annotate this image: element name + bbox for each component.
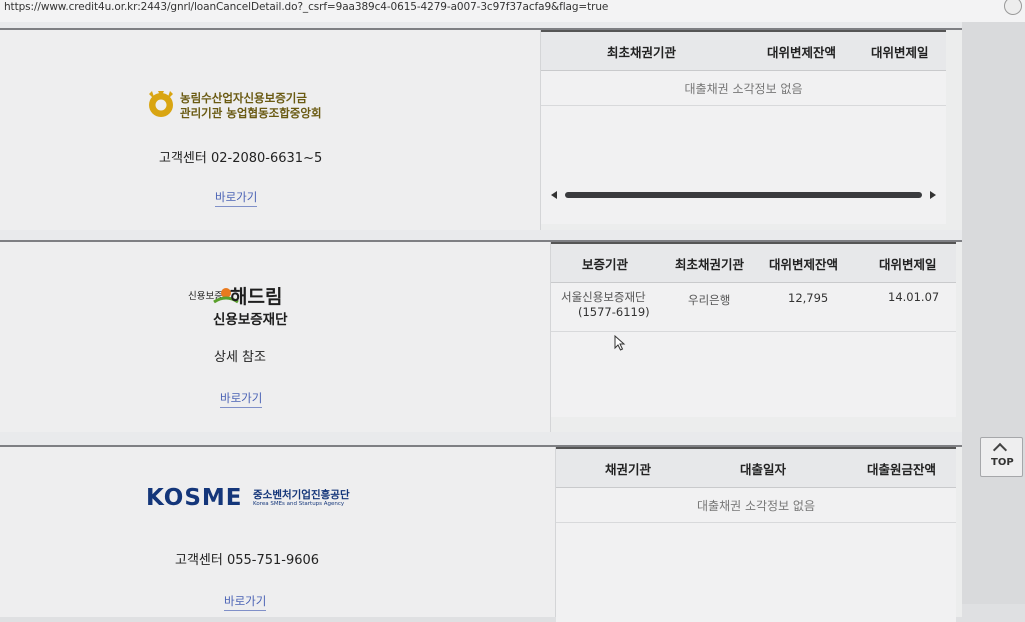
contact-phone: 고객센터 055-751-9606 [175, 553, 320, 568]
go-link[interactable]: 바로가기 [224, 593, 267, 611]
nonghyup-logo-icon [149, 91, 173, 117]
loan-table: 최초채권기관 대위변제잔액 대위변제일 대출채권 소각정보 없음 [541, 30, 946, 224]
scroll-thumb[interactable] [565, 192, 922, 198]
col-header: 대위변제일 [879, 257, 937, 272]
table-row: 대출채권 소각정보 없음 [541, 71, 946, 106]
payment-date: 14.01.07 [888, 290, 940, 304]
top-label: TOP [991, 457, 1014, 468]
scroll-top-button[interactable]: TOP [980, 437, 1023, 477]
col-header: 대위변제잔액 [767, 45, 837, 60]
section-kosme: KOSME 중소벤처기업진흥공단 Korea SMEs and Startups… [0, 445, 962, 622]
mouse-cursor-icon [614, 335, 626, 351]
loan-table: 채권기관 대출일자 대출원금잔액 대출채권 소각정보 없음 [556, 447, 956, 622]
table-header: 보증기관 최초채권기관 대위변제잔액 대위변제일 [551, 242, 956, 283]
kosme-org-name: 중소벤처기업진흥공단 [253, 489, 350, 501]
org-info-panel: 농림수산업자신용보증기금 관리기관 농업협동조합중앙회 고객센터 02-2080… [0, 30, 541, 230]
org-info-panel: 신용보증 해드림 신용보증재단 상세 참조 바로가기 [0, 242, 551, 432]
table-row: 대출채권 소각정보 없음 [556, 488, 956, 523]
col-header: 대출원금잔액 [867, 462, 937, 477]
col-header: 대위변제일 [871, 45, 929, 60]
right-margin [962, 22, 1025, 604]
empty-message: 대출채권 소각정보 없음 [696, 499, 816, 513]
url-text: https://www.credit4u.or.kr:2443/gnrl/loa… [4, 1, 609, 13]
detail-reference: 상세 참조 [214, 350, 266, 365]
logo-brand: 해드림 [230, 286, 283, 308]
go-link[interactable]: 바로가기 [220, 390, 263, 408]
org-manager: 관리기관 농업협동조합중앙회 [180, 106, 322, 120]
section-nonghyup: 농림수산업자신용보증기금 관리기관 농업협동조합중앙회 고객센터 02-2080… [0, 28, 962, 230]
table-header: 최초채권기관 대위변제잔액 대위변제일 [541, 30, 946, 71]
balance: 12,795 [788, 291, 829, 305]
guarantor-phone: (1577-6119) [578, 305, 650, 319]
contact-phone: 고객센터 02-2080-6631~5 [159, 151, 323, 166]
loan-table: 보증기관 최초채권기관 대위변제잔액 대위변제일 서울신용보증재단 (1577-… [551, 242, 956, 417]
col-header: 대출일자 [740, 462, 787, 477]
logo-org-name: 신용보증재단 [213, 312, 288, 328]
chevron-up-icon [992, 442, 1008, 458]
section-haedream: 신용보증 해드림 신용보증재단 상세 참조 바로가기 보증기관 최초채권기관 대… [0, 240, 962, 432]
address-bar[interactable]: https://www.credit4u.or.kr:2443/gnrl/loa… [0, 0, 1025, 23]
scroll-right-icon[interactable] [930, 191, 936, 199]
kosme-org-english: Korea SMEs and Startups Agency [253, 501, 345, 507]
col-header: 보증기관 [582, 257, 629, 272]
go-link[interactable]: 바로가기 [215, 189, 258, 207]
window-control-icon[interactable] [1004, 0, 1022, 15]
col-header: 채권기관 [605, 462, 652, 477]
col-header: 대위변제잔액 [769, 257, 839, 272]
original-creditor: 우리은행 [688, 293, 731, 307]
scroll-left-icon[interactable] [551, 191, 557, 199]
kosme-logo-word: KOSME [146, 485, 243, 511]
table-header: 채권기관 대출일자 대출원금잔액 [556, 447, 956, 488]
table-row: 서울신용보증재단 (1577-6119) 우리은행 12,795 14.01.0… [551, 283, 956, 332]
org-name: 농림수산업자신용보증기금 [180, 91, 307, 105]
col-header: 최초채권기관 [607, 45, 677, 60]
horizontal-scrollbar[interactable] [551, 190, 936, 200]
org-info-panel: KOSME 중소벤처기업진흥공단 Korea SMEs and Startups… [0, 447, 556, 617]
guarantor-name: 서울신용보증재단 [561, 290, 646, 304]
empty-message: 대출채권 소각정보 없음 [684, 82, 803, 96]
col-header: 최초채권기관 [675, 257, 745, 272]
